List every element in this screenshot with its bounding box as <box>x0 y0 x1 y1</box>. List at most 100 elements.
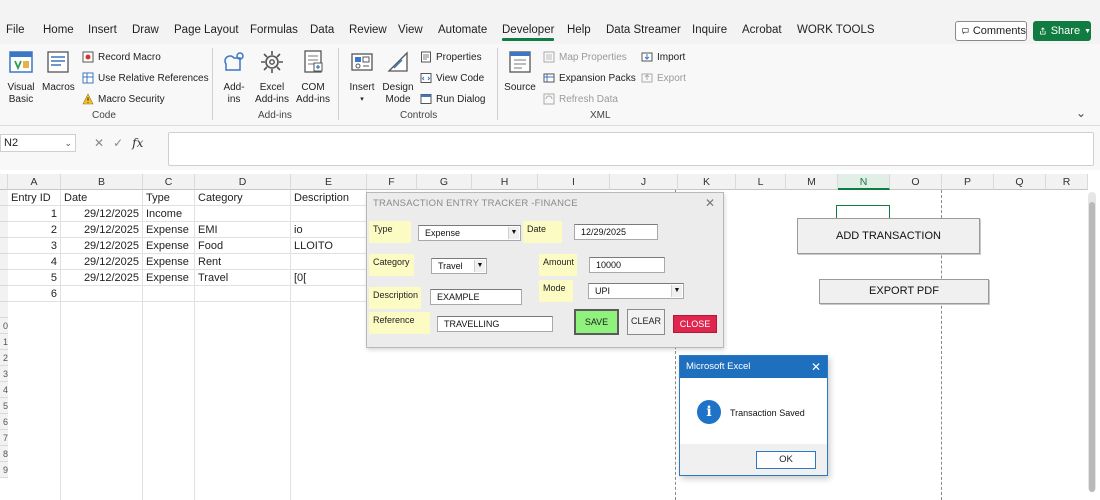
table-cell[interactable]: 5 <box>8 270 61 286</box>
table-cell[interactable]: 1 <box>8 206 61 222</box>
check-icon[interactable]: ✓ <box>113 136 123 150</box>
column-header[interactable]: O <box>890 174 942 190</box>
row-header[interactable] <box>0 270 8 286</box>
tab-inquire[interactable]: Inquire <box>692 24 727 36</box>
export-pdf-button[interactable]: EXPORT PDF <box>819 279 989 304</box>
table-cell[interactable]: 2 <box>8 222 61 238</box>
table-cell[interactable]: LLOITO <box>291 238 367 254</box>
insert-function-icon[interactable]: fx <box>132 136 143 150</box>
column-header[interactable]: E <box>291 174 367 190</box>
ok-button[interactable]: OK <box>756 451 816 469</box>
table-cell[interactable]: 6 <box>8 286 61 302</box>
column-header[interactable]: L <box>736 174 786 190</box>
row-header[interactable]: 8 <box>0 446 8 462</box>
table-cell[interactable]: Income <box>143 206 195 222</box>
comments-button[interactable]: Comments <box>955 21 1027 41</box>
row-header[interactable]: 3 <box>0 366 8 382</box>
description-field[interactable]: EXAMPLE <box>430 289 522 305</box>
column-header[interactable]: H <box>472 174 538 190</box>
xml-source-button[interactable]: Source <box>503 48 537 94</box>
table-header-cell[interactable]: Date <box>61 190 143 206</box>
table-cell[interactable]: 29/12/2025 <box>61 254 143 270</box>
table-header-cell[interactable]: Entry ID <box>8 190 61 206</box>
insert-control-button[interactable]: Insert ▾ <box>346 48 378 106</box>
table-cell[interactable]: 29/12/2025 <box>61 238 143 254</box>
close-icon[interactable]: ✕ <box>811 356 821 378</box>
map-properties-button[interactable]: Map Properties <box>543 51 627 63</box>
close-icon[interactable]: ✕ <box>705 196 715 210</box>
tab-help[interactable]: Help <box>567 24 591 36</box>
table-cell[interactable]: io <box>291 222 367 238</box>
table-cell[interactable]: 29/12/2025 <box>61 206 143 222</box>
column-header[interactable]: K <box>678 174 736 190</box>
table-cell[interactable]: Expense <box>143 254 195 270</box>
column-header-selected[interactable]: N <box>838 174 890 190</box>
design-mode-button[interactable]: Design Mode <box>382 48 414 106</box>
category-select[interactable]: Travel ▼ <box>431 258 487 274</box>
table-cell[interactable]: [0[ <box>291 270 367 286</box>
amount-field[interactable]: 10000 <box>589 257 665 273</box>
row-header[interactable] <box>0 302 8 318</box>
column-header[interactable]: A <box>8 174 61 190</box>
column-header[interactable]: J <box>610 174 678 190</box>
column-header[interactable]: F <box>367 174 417 190</box>
table-cell[interactable]: 29/12/2025 <box>61 270 143 286</box>
row-header[interactable] <box>0 222 8 238</box>
tab-insert[interactable]: Insert <box>88 24 117 36</box>
tab-home[interactable]: Home <box>43 24 74 36</box>
vertical-scrollbar[interactable] <box>1088 192 1096 492</box>
tab-work-tools[interactable]: WORK TOOLS <box>797 24 875 36</box>
tab-data[interactable]: Data <box>310 24 334 36</box>
dropdown-arrow-icon[interactable]: ▼ <box>508 227 519 239</box>
row-header[interactable]: 9 <box>0 462 8 478</box>
column-header[interactable]: I <box>538 174 610 190</box>
import-button[interactable]: Import <box>641 51 685 63</box>
tab-page-layout[interactable]: Page Layout <box>174 24 239 36</box>
tab-developer[interactable]: Developer <box>502 24 555 41</box>
row-header[interactable]: 2 <box>0 350 8 366</box>
column-header[interactable]: M <box>786 174 838 190</box>
row-header[interactable] <box>0 238 8 254</box>
table-cell[interactable]: Travel <box>195 270 291 286</box>
com-add-ins-button[interactable]: COM Add-ins <box>295 48 331 106</box>
table-header-cell[interactable]: Category <box>195 190 291 206</box>
select-all-corner[interactable] <box>0 174 8 190</box>
table-cell[interactable]: Expense <box>143 270 195 286</box>
formula-input[interactable] <box>168 132 1094 166</box>
type-select[interactable]: Expense ▼ <box>418 225 521 241</box>
expansion-packs-button[interactable]: Expansion Packs <box>543 72 636 84</box>
table-header-cell[interactable]: Type <box>143 190 195 206</box>
tab-formulas[interactable]: Formulas <box>250 24 298 36</box>
macros-button[interactable]: Macros <box>42 48 75 94</box>
mode-select[interactable]: UPI ▼ <box>588 283 684 299</box>
cancel-icon[interactable]: ✕ <box>94 136 104 150</box>
column-header[interactable]: R <box>1046 174 1088 190</box>
add-transaction-button[interactable]: ADD TRANSACTION <box>797 218 980 254</box>
table-cell[interactable] <box>195 206 291 222</box>
ribbon-collapse-icon[interactable]: ⌄ <box>1076 106 1086 120</box>
row-header[interactable]: 7 <box>0 430 8 446</box>
table-cell[interactable]: EMI <box>195 222 291 238</box>
column-header[interactable]: P <box>942 174 994 190</box>
row-header[interactable]: 1 <box>0 334 8 350</box>
visual-basic-button[interactable]: Visual Basic <box>6 48 36 106</box>
scrollbar-thumb[interactable] <box>1089 202 1095 492</box>
refresh-data-button[interactable]: Refresh Data <box>543 93 618 105</box>
date-field[interactable]: 12/29/2025 <box>574 224 658 240</box>
tab-review[interactable]: Review <box>349 24 387 36</box>
tab-view[interactable]: View <box>398 24 423 36</box>
column-header[interactable]: G <box>417 174 472 190</box>
table-cell[interactable] <box>291 286 367 302</box>
table-cell[interactable]: 3 <box>8 238 61 254</box>
table-header-cell[interactable]: Description <box>291 190 367 206</box>
table-cell[interactable] <box>195 286 291 302</box>
relative-references-button[interactable]: Use Relative References <box>82 72 209 84</box>
run-dialog-button[interactable]: Run Dialog <box>420 93 485 105</box>
table-cell[interactable] <box>143 286 195 302</box>
table-cell[interactable] <box>291 206 367 222</box>
close-button[interactable]: CLOSE <box>673 315 717 333</box>
tab-automate[interactable]: Automate <box>438 24 487 36</box>
name-box[interactable]: N2 ⌄ <box>0 134 76 152</box>
row-header[interactable]: 5 <box>0 398 8 414</box>
column-header[interactable]: C <box>143 174 195 190</box>
